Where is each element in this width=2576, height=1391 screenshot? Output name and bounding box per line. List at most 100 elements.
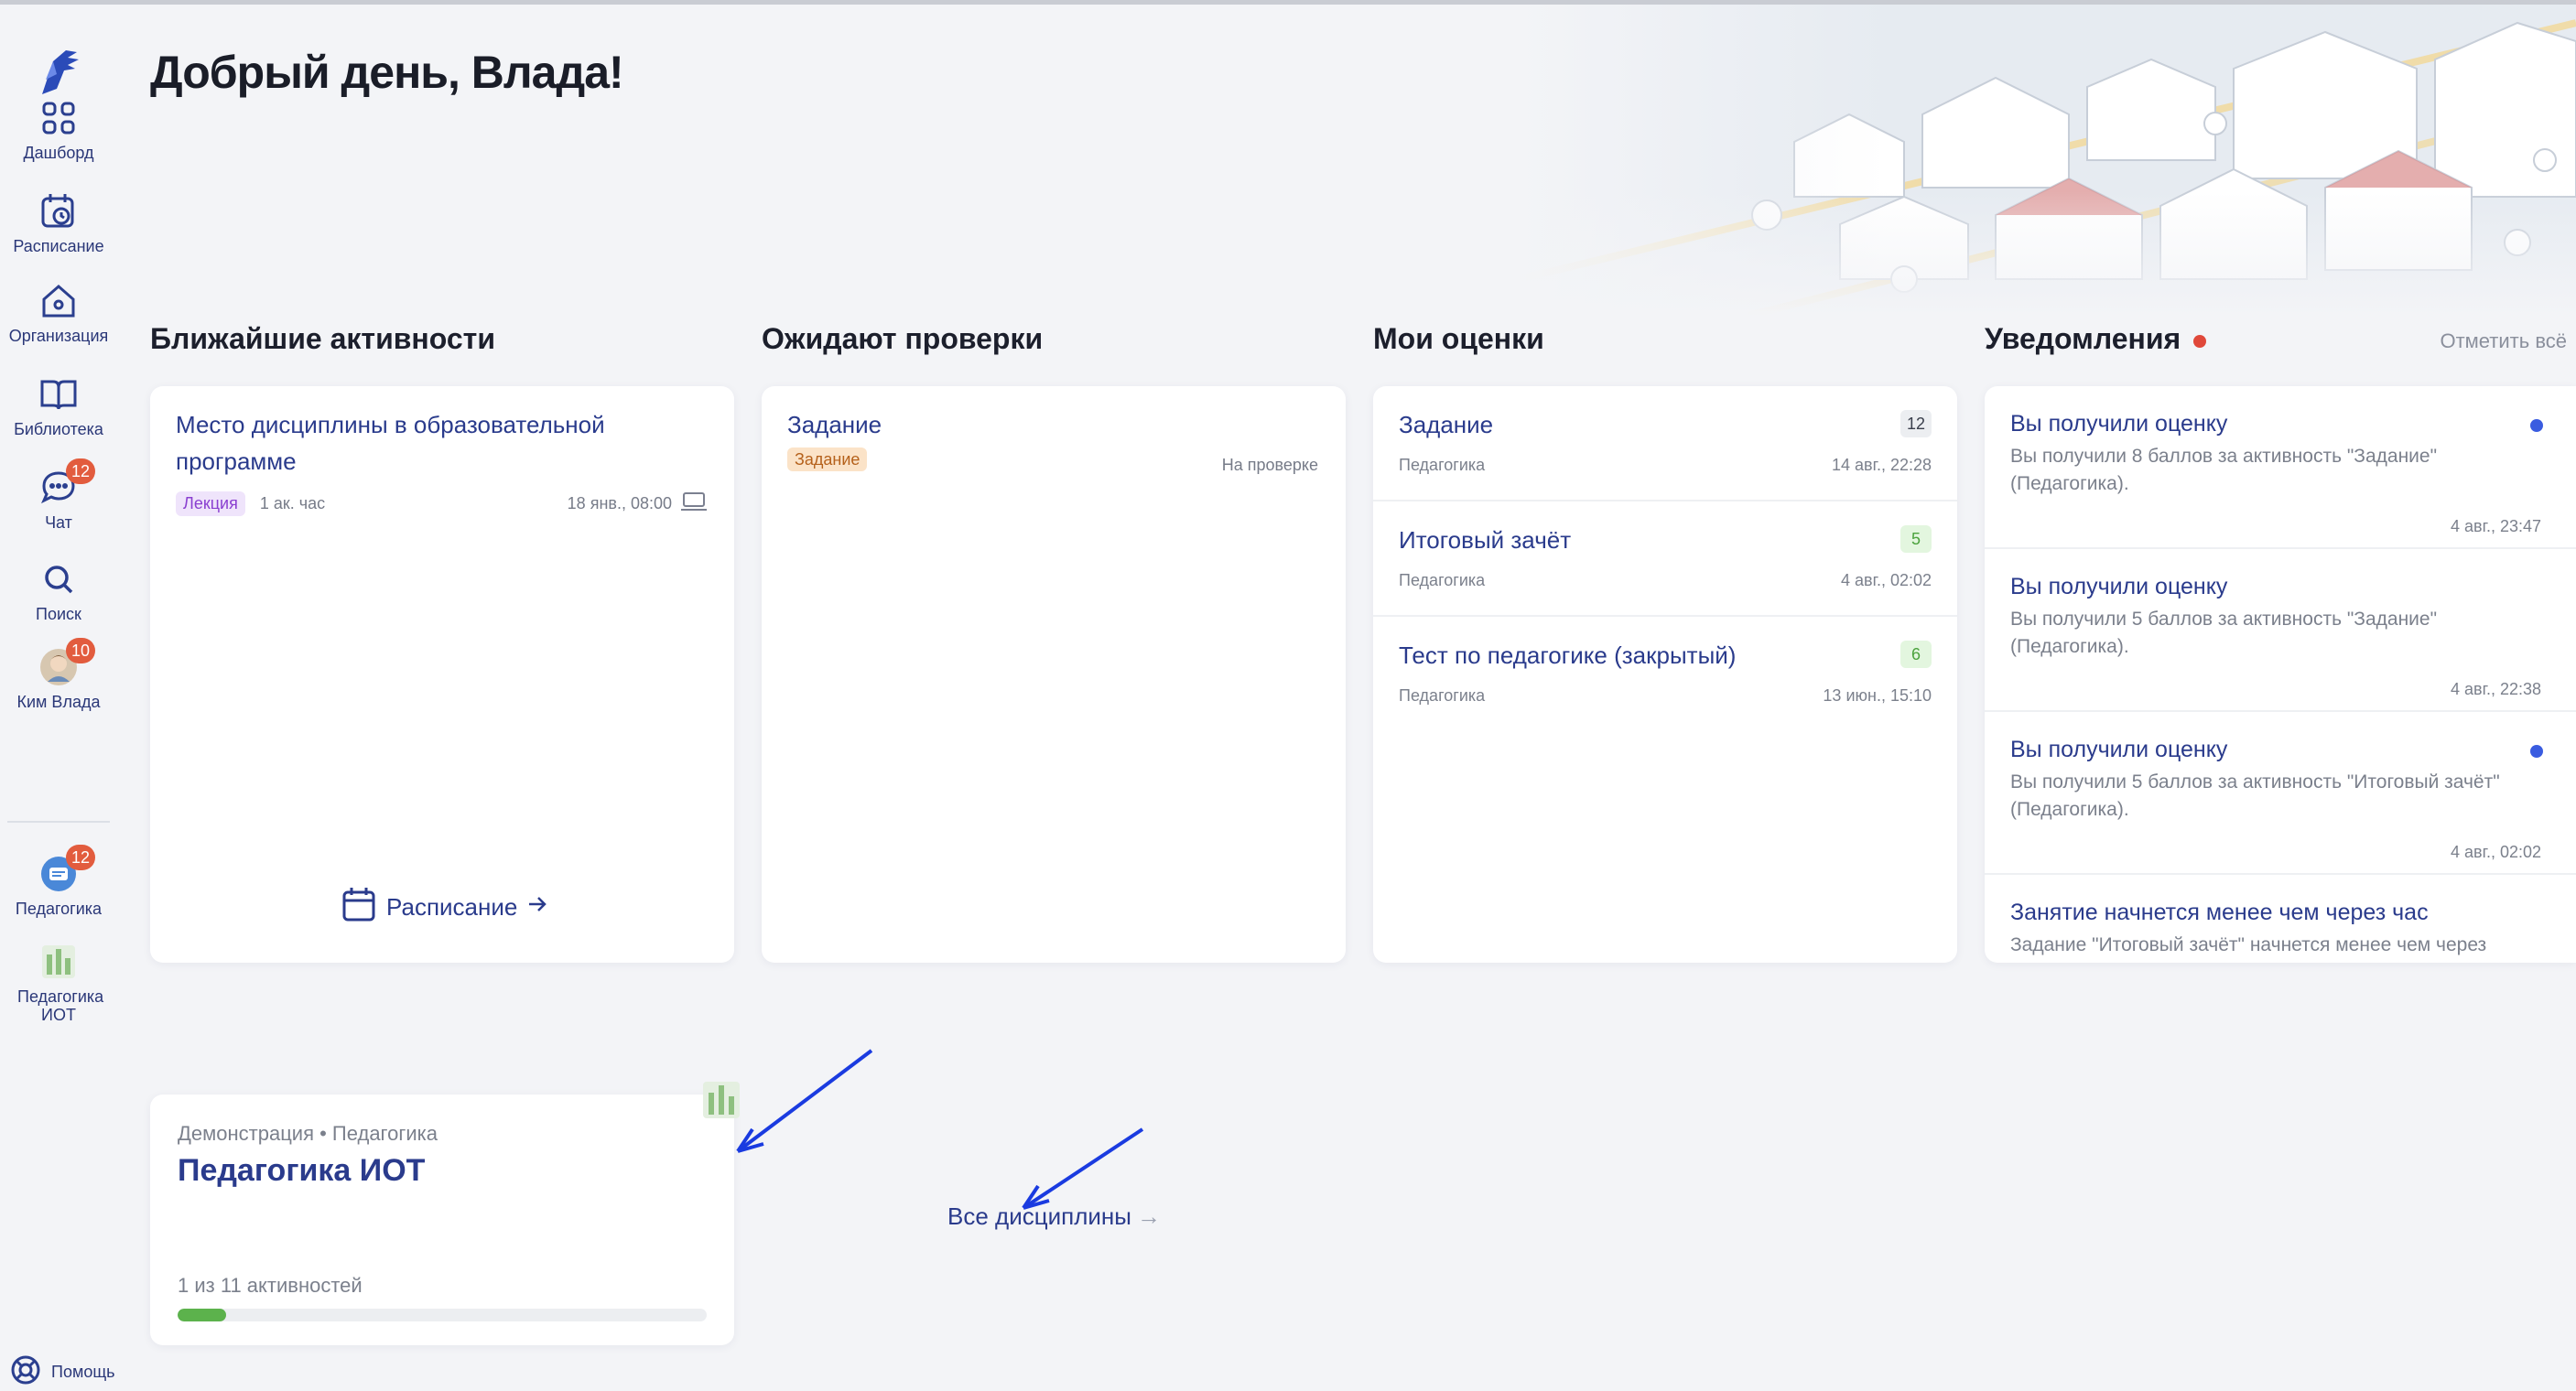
- building-icon: [701, 1080, 741, 1125]
- header-illustration: [1520, 5, 2576, 316]
- help-label: Помощь: [51, 1363, 115, 1381]
- grid-icon: [38, 98, 79, 138]
- sidebar-item-schedule[interactable]: Расписание: [0, 191, 117, 255]
- sidebar-item-label: Расписание: [13, 237, 104, 255]
- sidebar-item-label: Педагогика ИОТ: [17, 987, 104, 1024]
- notification-text: Вы получили 5 баллов за активность "Зада…: [2010, 609, 2438, 657]
- sidebar-item-label: Поиск: [36, 605, 81, 623]
- sidebar-item-label: Организация: [8, 327, 109, 345]
- page-title: Добрый день, Влада!: [150, 47, 624, 98]
- activity-date: 18 янв., 08:00: [567, 494, 672, 512]
- grade-date: 14 авг., 22:28: [1831, 456, 1932, 474]
- review-item-title[interactable]: Задание: [787, 406, 882, 443]
- grade-score: 6: [1900, 641, 1932, 668]
- notification-title: Вы получили оценку: [2010, 574, 2228, 599]
- notification-date: 4 авг., 23:47: [2451, 517, 2541, 535]
- grade-subject: Педагогика: [1399, 686, 1486, 705]
- discipline-subtitle: Демонстрация • Педагогика: [178, 1122, 438, 1145]
- activity-meta: Лекция 1 ак. час 18 янв., 08:00: [176, 491, 709, 517]
- all-disciplines-link[interactable]: Все дисциплины →: [947, 1202, 1161, 1231]
- grade-title: Тест по педагогике (закрытый): [1399, 642, 1737, 669]
- sidebar-item-course-pedagogy[interactable]: 12 Педагогика: [0, 845, 117, 918]
- grade-date: 4 авг., 02:02: [1841, 571, 1932, 589]
- grade-row[interactable]: Задание 12 Педагогика 14 авг., 22:28: [1373, 386, 1957, 501]
- grade-score: 12: [1900, 410, 1932, 437]
- lecture-tag: Лекция: [176, 491, 245, 516]
- grade-title: Задание: [1399, 411, 1494, 438]
- arrow-right-icon: [526, 893, 548, 922]
- course-icon: 12: [38, 845, 95, 894]
- review-meta: Задание: [787, 447, 868, 471]
- grade-subject: Педагогика: [1399, 571, 1486, 589]
- sidebar-item-library[interactable]: Библиотека: [0, 374, 117, 438]
- section-title-review: Ожидают проверки: [762, 322, 1044, 355]
- grades-card: Задание 12 Педагогика 14 авг., 22:28 Ито…: [1373, 386, 1957, 963]
- progress-bar-fill: [178, 1309, 226, 1321]
- notifications-title-text: Уведомления: [1985, 322, 2181, 355]
- schedule-link[interactable]: Расписание: [341, 886, 548, 929]
- sidebar-item-label: Чат: [45, 513, 72, 532]
- review-card: Задание Задание На проверке: [762, 386, 1346, 963]
- section-title-activities: Ближайшие активности: [150, 322, 495, 355]
- all-disciplines-label: Все дисциплины: [947, 1202, 1131, 1230]
- notification-item[interactable]: Занятие начнется менее чем через час Зад…: [1985, 875, 2576, 963]
- avatar: 10: [38, 638, 95, 687]
- sidebar-item-label: Библиотека: [14, 420, 103, 438]
- discipline-progress-text: 1 из 11 активностей: [178, 1274, 363, 1297]
- profile-badge: 10: [66, 638, 95, 663]
- discipline-card[interactable]: Демонстрация • Педагогика Педагогика ИОТ…: [150, 1082, 740, 1345]
- unread-dot: [2193, 334, 2207, 348]
- sidebar-item-label: Дашборд: [23, 144, 94, 162]
- notification-date: 4 авг., 02:02: [2451, 843, 2541, 861]
- notification-text: Задание "Итоговый зачёт" начнется менее …: [2010, 934, 2487, 955]
- review-status: На проверке: [1221, 456, 1318, 474]
- sidebar-item-search[interactable]: Поиск: [0, 559, 117, 623]
- sidebar-item-dashboard[interactable]: Дашборд: [0, 98, 117, 162]
- grade-date: 13 июн., 15:10: [1823, 686, 1932, 705]
- activity-duration: 1 ак. час: [259, 494, 326, 512]
- course-badge: 12: [66, 845, 95, 870]
- notifications-card: Вы получили оценку Вы получили 8 баллов …: [1985, 386, 2576, 963]
- notification-text: Вы получили 8 баллов за активность "Зада…: [2010, 446, 2438, 494]
- search-icon: [38, 559, 79, 599]
- section-title-notifications: Уведомления: [1985, 322, 2207, 356]
- lifebuoy-icon: [9, 1353, 42, 1391]
- activities-card: Место дисциплины в образовательной прогр…: [150, 386, 734, 963]
- notification-title: Вы получили оценку: [2010, 737, 2228, 762]
- annotation-arrow: [1022, 1127, 1144, 1210]
- unread-indicator: [2530, 419, 2543, 432]
- mark-all-read-button[interactable]: Отметить всё: [2440, 329, 2567, 353]
- help-button[interactable]: Помощь: [9, 1353, 115, 1391]
- grade-row[interactable]: Итоговый зачёт 5 Педагогика 4 авг., 02:0…: [1373, 501, 1957, 617]
- grade-row[interactable]: Тест по педагогике (закрытый) 6 Педагоги…: [1373, 617, 1957, 732]
- section-title-grades: Мои оценки: [1373, 322, 1544, 355]
- grade-subject: Педагогика: [1399, 456, 1486, 474]
- sidebar-divider: [7, 821, 110, 823]
- arrow-right-icon: →: [1136, 1202, 1161, 1230]
- sidebar-item-organization[interactable]: Организация: [0, 281, 117, 345]
- progress-bar: [178, 1309, 707, 1321]
- unread-indicator: [2530, 745, 2543, 758]
- task-tag: Задание: [787, 447, 868, 471]
- annotation-arrow: [736, 1049, 873, 1153]
- sidebar-item-chat[interactable]: 12 Чат: [0, 458, 117, 532]
- discipline-title: Педагогика ИОТ: [178, 1153, 426, 1188]
- grade-title: Итоговый зачёт: [1399, 526, 1572, 554]
- grade-score: 5: [1900, 525, 1932, 553]
- building-icon: [38, 942, 79, 982]
- logo-icon[interactable]: [29, 43, 88, 102]
- home-icon: [38, 281, 79, 321]
- calendar-clock-icon: [38, 191, 79, 232]
- sidebar-item-course-iot[interactable]: Педагогика ИОТ: [0, 942, 117, 1024]
- book-icon: [38, 374, 79, 415]
- schedule-link-label: Расписание: [386, 893, 518, 921]
- sidebar-item-label: Ким Влада: [16, 693, 101, 711]
- activity-title[interactable]: Место дисциплины в образовательной прогр…: [176, 406, 688, 480]
- notification-date: 4 авг., 22:38: [2451, 680, 2541, 698]
- notification-item[interactable]: Вы получили оценку Вы получили 5 баллов …: [1985, 712, 2576, 875]
- notification-item[interactable]: Вы получили оценку Вы получили 8 баллов …: [1985, 386, 2576, 549]
- sidebar-item-profile[interactable]: 10 Ким Влада: [0, 638, 117, 711]
- notification-item[interactable]: Вы получили оценку Вы получили 5 баллов …: [1985, 549, 2576, 712]
- laptop-icon: [679, 491, 709, 517]
- notification-title: Вы получили оценку: [2010, 411, 2228, 437]
